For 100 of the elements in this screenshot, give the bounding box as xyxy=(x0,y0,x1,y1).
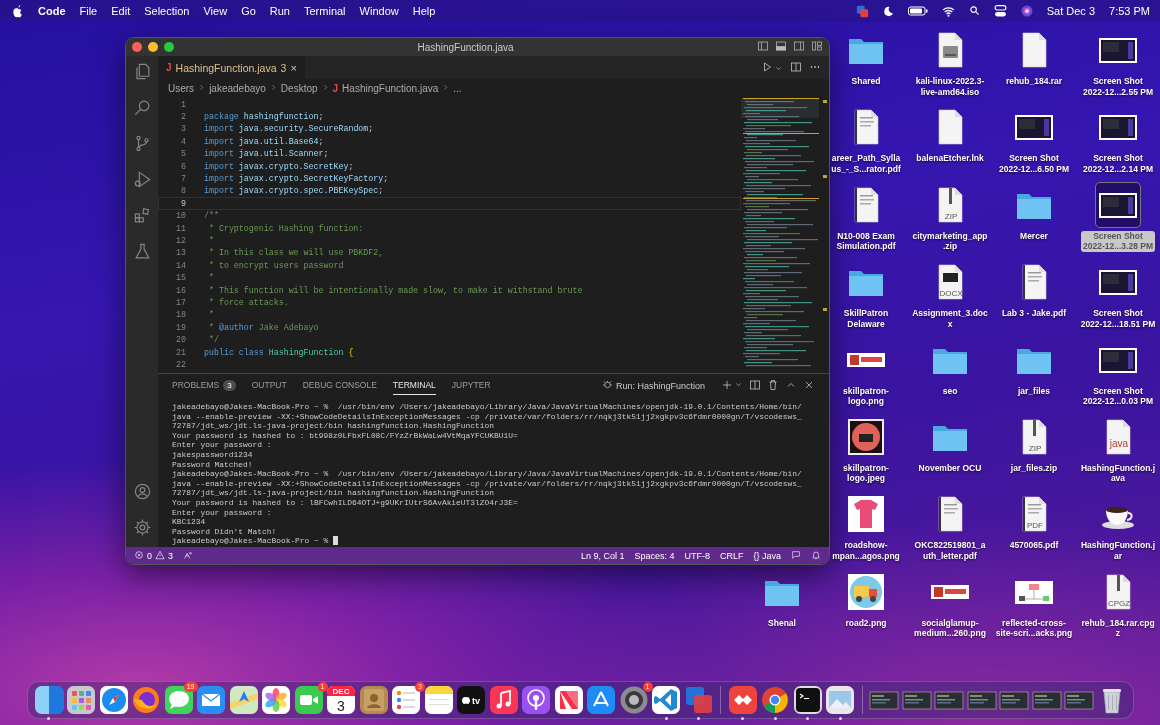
fox-globe-icon[interactable] xyxy=(131,685,161,715)
file-name[interactable]: rehub_184.rar xyxy=(1003,76,1065,87)
panel-tab[interactable]: DEBUG CONSOLE xyxy=(302,376,377,395)
error-icon[interactable] xyxy=(134,549,144,562)
menu-item[interactable]: Window xyxy=(359,5,399,17)
file-name[interactable]: Shared xyxy=(849,76,883,87)
trash-icon[interactable] xyxy=(767,378,779,393)
file-name[interactable]: roadshow- mpan...agos.png xyxy=(830,540,902,562)
screenshot-thumbnail[interactable] xyxy=(1096,182,1140,227)
bell-icon[interactable] xyxy=(811,549,821,562)
apple-logo-icon[interactable] xyxy=(12,4,24,18)
indentation[interactable]: Spaces: 4 xyxy=(634,550,675,561)
wifi-icon[interactable] xyxy=(941,5,955,17)
terminal-icon[interactable] xyxy=(792,685,823,715)
menu-item[interactable]: Selection xyxy=(144,5,190,17)
file-name[interactable]: road2.png xyxy=(843,617,889,629)
file-name[interactable]: Screen Shot 2022-12...2.14 PM xyxy=(1081,153,1155,175)
file-name[interactable]: reflected-cross- site-scri...acks.png xyxy=(993,617,1075,639)
file-name[interactable]: November OCU xyxy=(916,462,984,474)
compass-icon[interactable] xyxy=(98,685,129,715)
maximize-button[interactable] xyxy=(164,42,174,52)
menu-item[interactable]: File xyxy=(79,5,98,17)
podcast-icon[interactable] xyxy=(521,685,551,715)
split-terminal-icon[interactable] xyxy=(749,378,761,393)
file-name[interactable]: Screen Shot 2022-12...6.50 PM xyxy=(997,153,1071,175)
book-icon[interactable] xyxy=(358,685,389,715)
file-name[interactable]: seo xyxy=(940,385,960,397)
music-note-icon[interactable] xyxy=(488,685,519,715)
menu-item[interactable]: Run xyxy=(269,5,290,17)
line-ending[interactable]: CRLF xyxy=(719,550,744,561)
close-button[interactable] xyxy=(132,42,142,52)
file-name[interactable]: jar_files xyxy=(1015,385,1053,397)
warning-icon[interactable] xyxy=(155,549,165,562)
panel-tab[interactable]: JUPYTER xyxy=(451,376,491,395)
file-name[interactable]: Mercer xyxy=(1018,230,1050,242)
photo-viewer-icon[interactable] xyxy=(825,685,855,715)
menu-item[interactable]: Go xyxy=(241,5,256,17)
file-name[interactable]: HashingFunction.j ar xyxy=(1078,540,1158,562)
menu-item[interactable]: Terminal xyxy=(304,5,346,17)
panel-tab[interactable]: OUTPUT xyxy=(251,376,287,395)
battery-icon[interactable] xyxy=(907,6,928,16)
file-name[interactable]: OKC822519801_a uth_letter.pdf xyxy=(912,540,988,562)
terminal-name[interactable]: Run: HashingFunction xyxy=(615,380,705,391)
minimap-drawing[interactable] xyxy=(741,98,829,368)
minimize-button[interactable] xyxy=(148,42,158,52)
moon-icon[interactable] xyxy=(882,5,894,17)
news-icon[interactable] xyxy=(553,685,584,715)
envelope-icon[interactable] xyxy=(196,685,226,715)
file-name[interactable]: socialglamup- medium...260.png xyxy=(912,617,988,639)
file-name[interactable]: jar_files.zip xyxy=(1008,462,1060,474)
file-name[interactable]: Shenal xyxy=(766,617,798,629)
panel-tab[interactable]: PROBLEMS 3 xyxy=(172,375,236,396)
file-name[interactable]: HashingFunction.j ava xyxy=(1078,462,1158,484)
menu-item[interactable]: Edit xyxy=(111,5,131,17)
file-name[interactable]: Screen Shot 2022-12...18.51 PM xyxy=(1078,308,1158,330)
calendar-icon[interactable]: DEC 3 xyxy=(326,685,356,715)
file-name[interactable]: Screen Shot 2022-12...3.28 PM xyxy=(1081,230,1155,252)
file-name[interactable]: Lab 3 - Jake.pdf xyxy=(999,308,1069,319)
language-mode[interactable]: {} Java xyxy=(753,550,781,561)
error-count[interactable]: 0 xyxy=(147,550,152,561)
menu-clock[interactable]: 7:53 PM xyxy=(1109,5,1150,17)
breadcrumb-item[interactable]: Desktop xyxy=(280,83,318,94)
overlapping-squares-icon[interactable] xyxy=(855,4,869,18)
circle-logo-icon[interactable] xyxy=(760,685,790,715)
menu-app-name[interactable]: Code xyxy=(38,5,66,17)
file-name[interactable]: areer_Path_Sylla us_-_S...rator.pdf xyxy=(829,153,903,175)
search-icon[interactable] xyxy=(968,4,980,18)
file-name[interactable]: skillpatron- logo.jpeg xyxy=(841,462,891,484)
feedback-icon[interactable] xyxy=(791,549,801,562)
menu-date[interactable]: Sat Dec 3 xyxy=(1046,5,1096,17)
file-name[interactable]: balenaEtcher.lnk xyxy=(914,153,986,164)
store-icon[interactable] xyxy=(586,685,616,715)
code-editor-icon[interactable] xyxy=(651,685,681,715)
file-name[interactable]: skillpatron- logo.png xyxy=(841,385,891,407)
app-grid-icon[interactable] xyxy=(66,685,96,715)
map-icon[interactable] xyxy=(228,685,259,715)
breadcrumb-item[interactable]: jakeadebayo xyxy=(209,83,266,94)
file-name[interactable]: Assignment_3.doc x xyxy=(910,308,990,330)
toggles-icon[interactable] xyxy=(993,5,1007,17)
cursor-position[interactable]: Ln 9, Col 1 xyxy=(580,550,625,561)
panel-tab[interactable]: TERMINAL xyxy=(392,376,436,395)
breadcrumb-item[interactable]: ... xyxy=(453,83,462,94)
menu-item[interactable]: Help xyxy=(412,5,436,17)
editor-tab[interactable]: J HashingFunction.java 3 × xyxy=(158,56,305,79)
breadcrumb-item[interactable]: HashingFunction.java xyxy=(342,83,439,94)
file-name[interactable]: N10-008 Exam Simulation.pdf xyxy=(834,230,898,252)
notepad-icon[interactable] xyxy=(423,685,454,715)
file-name[interactable]: citymarketing_app .zip xyxy=(910,230,990,252)
warning-count[interactable]: 3 xyxy=(168,550,174,561)
file-name[interactable]: kali-linux-2022.3- live-amd64.iso xyxy=(913,76,987,97)
close-icon[interactable]: × xyxy=(290,61,297,74)
orb-icon[interactable] xyxy=(1020,5,1033,17)
split-square-icon[interactable] xyxy=(33,685,64,715)
flower-icon[interactable] xyxy=(261,685,291,715)
encoding[interactable]: UTF-8 xyxy=(684,550,710,561)
menu-item[interactable]: View xyxy=(203,5,228,17)
diamond-icon[interactable] xyxy=(727,685,758,715)
file-name[interactable]: rehub_184.rar.cpg z xyxy=(1079,617,1157,639)
file-name[interactable]: Screen Shot 2022-12...2.55 PM xyxy=(1081,76,1155,97)
file-name[interactable]: 4570065.pdf xyxy=(1007,540,1061,551)
